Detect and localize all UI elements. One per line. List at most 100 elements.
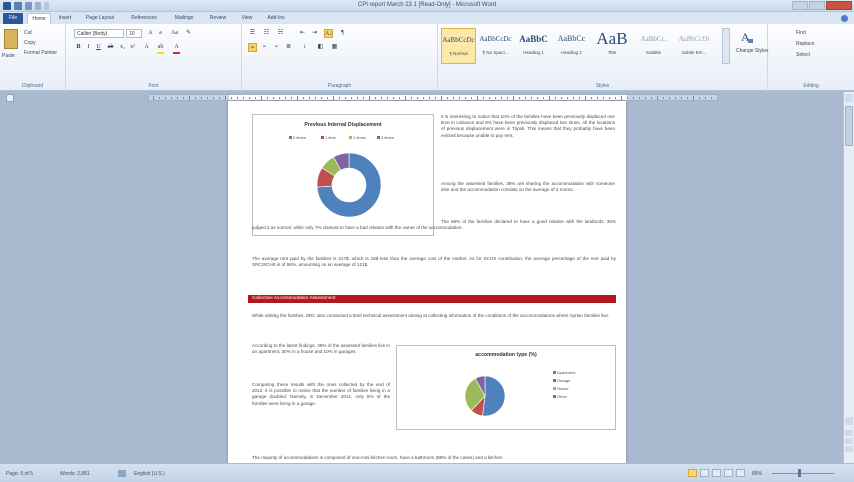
zoom-level[interactable]: 89% — [752, 471, 762, 477]
show-marks-icon[interactable]: ¶ — [338, 29, 347, 38]
justify-icon[interactable]: ≣ — [284, 43, 293, 52]
style-no-spacing[interactable]: AaBbCcDc ¶ No Spaci... — [478, 28, 513, 64]
shrink-font-icon[interactable]: a — [156, 29, 165, 38]
font-size-box[interactable]: 10 — [126, 29, 142, 38]
strikethrough-icon[interactable]: ab — [106, 43, 115, 52]
document-page[interactable]: Previous Internal Displacement 0 times 1 … — [228, 101, 626, 463]
italic-icon[interactable]: I — [84, 43, 93, 52]
cut-button[interactable]: Cut — [24, 30, 32, 36]
select-browse-object-icon[interactable] — [845, 438, 853, 444]
previous-page-icon[interactable] — [845, 430, 853, 436]
horizontal-ruler[interactable] — [148, 94, 718, 101]
scroll-thumb[interactable] — [845, 106, 853, 146]
clear-format-icon[interactable]: ✎ — [184, 29, 193, 38]
style-normal[interactable]: AaBbCcDc ¶ Normal — [441, 28, 476, 64]
borders-icon[interactable]: ▦ — [330, 43, 339, 52]
style-heading-1[interactable]: AaBbC Heading 1 — [516, 28, 551, 64]
zoom-slider[interactable] — [772, 473, 834, 474]
word-count[interactable]: Words: 2,881 — [60, 471, 90, 477]
ruler-tick — [693, 96, 694, 100]
shading-icon[interactable]: ◧ — [316, 43, 325, 52]
print-layout-view-icon[interactable] — [688, 469, 697, 477]
style-heading-2[interactable]: AaBbCc Heading 2 — [554, 28, 589, 64]
line-spacing-icon[interactable]: ↕ — [300, 43, 309, 52]
font-color-icon[interactable]: A — [172, 43, 181, 52]
tab-insert[interactable]: Insert — [53, 13, 77, 24]
subscript-icon[interactable]: x₂ — [118, 43, 127, 52]
web-layout-view-icon[interactable] — [712, 469, 721, 477]
scroll-up-icon[interactable] — [845, 94, 853, 102]
maximize-icon[interactable] — [809, 1, 825, 10]
multilevel-list-icon[interactable]: ☵ — [276, 29, 285, 38]
align-right-icon[interactable]: ≡ — [272, 43, 281, 52]
bold-icon[interactable]: B — [74, 43, 83, 52]
format-painter-button[interactable]: Format Painter — [24, 50, 57, 56]
paragraph-label: Paragraph — [327, 83, 352, 89]
styles-gallery-scroll[interactable] — [722, 28, 730, 64]
change-case-icon[interactable]: Aa — [170, 29, 179, 38]
tab-view[interactable]: View — [236, 13, 258, 24]
ruler-tick — [591, 97, 592, 99]
zoom-slider-thumb[interactable] — [798, 469, 801, 477]
ruler-tick — [681, 97, 682, 99]
align-left-icon[interactable]: ≡ — [248, 43, 257, 52]
next-page-icon[interactable] — [845, 446, 853, 452]
ruler-tick — [417, 97, 418, 99]
find-button[interactable]: Find — [796, 30, 806, 36]
help-icon[interactable] — [841, 15, 848, 22]
language[interactable]: English (U.S.) — [134, 471, 165, 477]
minimize-icon[interactable] — [792, 1, 808, 10]
text-effects-icon[interactable]: A — [142, 43, 151, 52]
proofing-icon[interactable] — [118, 470, 126, 477]
font-name-box[interactable]: Calibri (Body) — [74, 29, 124, 38]
pie-slice-apartment — [482, 375, 506, 417]
close-icon[interactable] — [826, 1, 852, 10]
grow-font-icon[interactable]: A — [146, 29, 155, 38]
decrease-indent-icon[interactable]: ⇤ — [298, 29, 307, 38]
ruler-tick — [339, 97, 340, 99]
vertical-scrollbar[interactable] — [843, 92, 854, 463]
ruler-tick — [333, 96, 334, 100]
paragraph-technical-assessment: While visiting the families, SRC also co… — [252, 313, 610, 318]
page-count[interactable]: Page: 5 of 5 — [6, 471, 33, 477]
change-styles-button[interactable]: Change Styles — [736, 48, 769, 54]
tab-references[interactable]: References — [123, 13, 165, 24]
tab-home[interactable]: Home — [27, 13, 51, 24]
paste-button[interactable]: Paste — [2, 53, 15, 59]
paste-icon[interactable] — [4, 29, 18, 49]
ruler-tick — [321, 97, 322, 99]
increase-indent-icon[interactable]: ⇥ — [310, 29, 319, 38]
tab-page-layout[interactable]: Page Layout — [80, 13, 120, 24]
copy-button[interactable]: Copy — [24, 40, 36, 46]
ruler-tick — [657, 96, 658, 100]
full-screen-view-icon[interactable] — [700, 469, 709, 477]
tab-add-ins[interactable]: Add-Ins — [261, 13, 291, 24]
chart-previous-displacement: Previous Internal Displacement 0 times 1 … — [252, 114, 434, 236]
superscript-icon[interactable]: x² — [128, 43, 137, 52]
highlight-icon[interactable]: ab — [156, 43, 165, 52]
style-subtitle[interactable]: AaBbCc. Subtitle — [636, 28, 671, 64]
numbering-icon[interactable]: ☷ — [262, 29, 271, 38]
change-styles-icon[interactable]: A — [740, 30, 754, 44]
ruler-tick — [327, 97, 328, 99]
style-title[interactable]: AaB Title — [592, 28, 632, 64]
bullets-icon[interactable]: ☰ — [248, 29, 257, 38]
tab-file[interactable]: File — [3, 13, 23, 24]
ruler-tick — [369, 96, 370, 100]
sort-icon[interactable]: A↓ — [324, 29, 333, 38]
style-subtle-emphasis[interactable]: AaBbCcDt Subtle Em... — [674, 28, 714, 64]
draft-view-icon[interactable] — [736, 469, 745, 477]
tab-review[interactable]: Review — [203, 13, 233, 24]
ruler-tick — [315, 97, 316, 99]
align-center-icon[interactable]: ≡ — [260, 43, 269, 52]
outline-view-icon[interactable] — [724, 469, 733, 477]
replace-button[interactable]: Replace — [796, 41, 814, 47]
tab-mailings[interactable]: Mailings — [168, 13, 200, 24]
paragraph-landlord-relation: The 58% of the families declared to have… — [252, 219, 616, 231]
ruler-tick — [669, 97, 670, 99]
ruler-toggle-icon[interactable] — [6, 94, 14, 102]
scroll-down-icon[interactable] — [845, 417, 853, 425]
select-button[interactable]: Select — [796, 52, 810, 58]
underline-icon[interactable]: U — [94, 43, 103, 52]
ruler-tick — [165, 97, 166, 99]
